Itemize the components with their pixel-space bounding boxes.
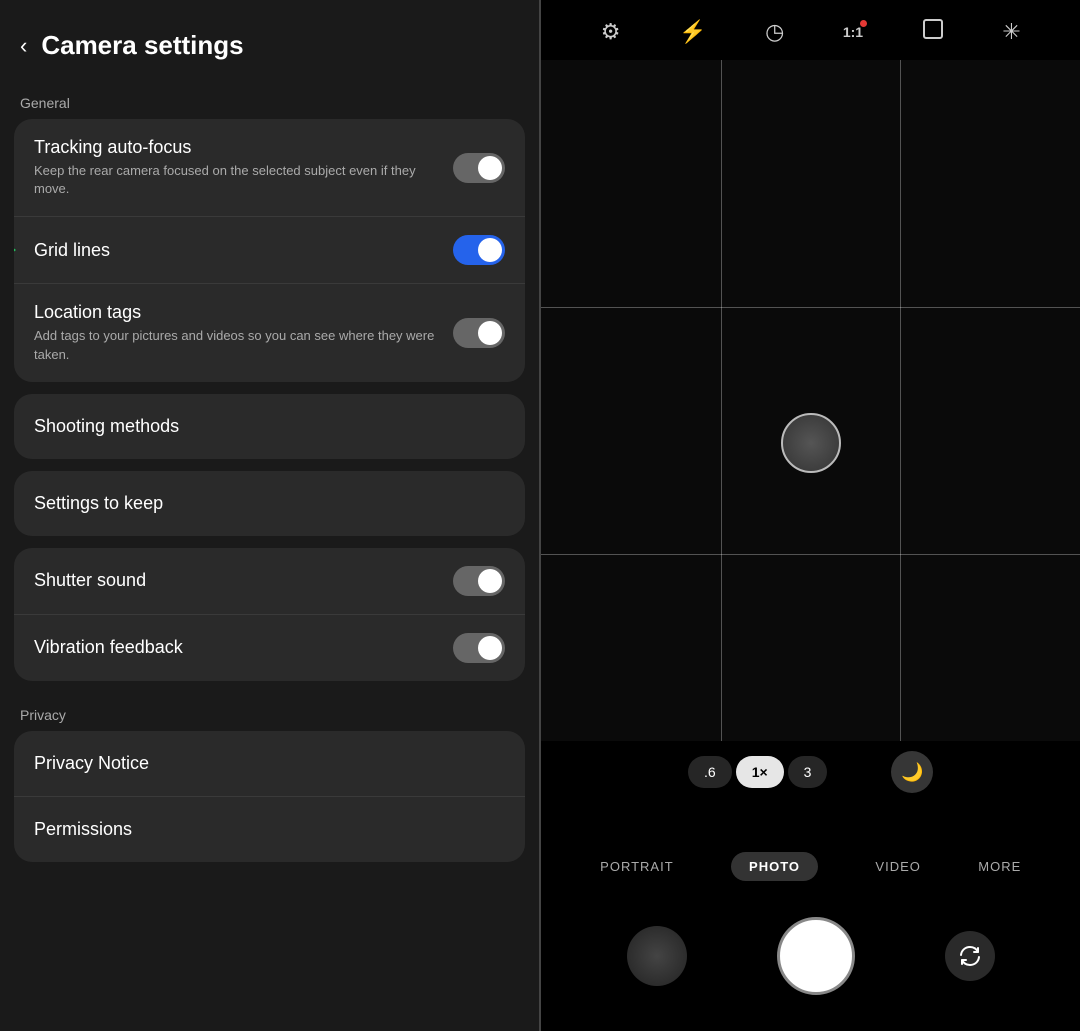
grid-line-h2 [541,554,1080,555]
privacy-card: Privacy Notice Permissions [14,731,525,862]
ratio-badge [860,20,867,27]
shooting-methods-title: Shooting methods [34,416,179,437]
settings-panel: ‹ Camera settings General Tracking auto-… [0,0,539,1031]
vibration-feedback-item[interactable]: Vibration feedback [14,615,525,681]
privacy-notice-item[interactable]: Privacy Notice [14,731,525,797]
mode-portrait[interactable]: PORTRAIT [600,859,674,874]
shutter-sound-item[interactable]: Shutter sound [14,548,525,615]
flash-icon[interactable]: ⚡ [679,19,706,45]
mode-more[interactable]: MORE [978,859,1021,874]
focus-circle [781,413,841,473]
grid-lines-toggle[interactable] [453,235,505,265]
settings-to-keep-card[interactable]: Settings to keep [14,471,525,536]
location-tags-title: Location tags [34,302,441,323]
page-title: Camera settings [41,30,243,61]
shutter-area [541,901,1080,1011]
zoom-1x-button[interactable]: 1× [736,756,784,788]
effect-icon[interactable]: ✳ [1002,19,1020,45]
zoom-3-button[interactable]: 3 [788,756,828,788]
back-button[interactable]: ‹ [20,33,27,59]
tracking-autofocus-desc: Keep the rear camera focused on the sele… [34,162,441,198]
grid-line-v2 [900,60,901,801]
permissions-title: Permissions [34,819,132,840]
last-photo-preview[interactable] [627,926,687,986]
night-mode-button[interactable]: 🌙 [891,751,933,793]
camera-viewfinder [541,60,1080,801]
zoom-06-button[interactable]: .6 [688,756,732,788]
mode-video[interactable]: VIDEO [875,859,920,874]
shooting-methods-card[interactable]: Shooting methods [14,394,525,459]
sound-vibration-card: Shutter sound Vibration feedback [14,548,525,681]
location-tags-desc: Add tags to your pictures and videos so … [34,327,441,363]
tracking-autofocus-item[interactable]: Tracking auto-focus Keep the rear camera… [14,119,525,217]
location-tags-toggle[interactable] [453,318,505,348]
vibration-feedback-title: Vibration feedback [34,637,441,658]
grid-line-h1 [541,307,1080,308]
privacy-notice-title: Privacy Notice [34,753,149,774]
green-arrow-indicator [14,234,16,266]
green-arrow-head [14,234,16,266]
timer-icon[interactable]: ◷ [765,19,784,45]
flip-camera-button[interactable] [945,931,995,981]
privacy-section-label: Privacy [0,693,539,731]
general-settings-card: Tracking auto-focus Keep the rear camera… [14,119,525,382]
shutter-sound-toggle[interactable] [453,566,505,596]
ratio-icon[interactable]: 1:1 [843,24,863,40]
tracking-autofocus-toggle[interactable] [453,153,505,183]
crop-icon[interactable] [922,18,944,46]
camera-top-icons: ⚙ ⚡ ◷ 1:1 ✳ [541,0,1080,64]
shutter-sound-title: Shutter sound [34,570,441,591]
vibration-feedback-toggle[interactable] [453,633,505,663]
settings-header: ‹ Camera settings [0,0,539,81]
settings-to-keep-title: Settings to keep [34,493,163,514]
tracking-autofocus-title: Tracking auto-focus [34,137,441,158]
settings-to-keep-item[interactable]: Settings to keep [14,471,525,536]
grid-lines-item[interactable]: Grid lines [14,217,525,284]
location-tags-item[interactable]: Location tags Add tags to your pictures … [14,284,525,381]
settings-icon[interactable]: ⚙ [601,19,621,45]
shutter-button[interactable] [777,917,855,995]
camera-panel: ⚙ ⚡ ◷ 1:1 ✳ .6 1× 3 🌙 PORTRAI [541,0,1080,1031]
general-section-label: General [0,81,539,119]
permissions-item[interactable]: Permissions [14,797,525,862]
mode-photo[interactable]: PHOTO [731,852,818,881]
shooting-methods-item[interactable]: Shooting methods [14,394,525,459]
grid-line-v1 [721,60,722,801]
grid-lines-title: Grid lines [34,240,441,261]
